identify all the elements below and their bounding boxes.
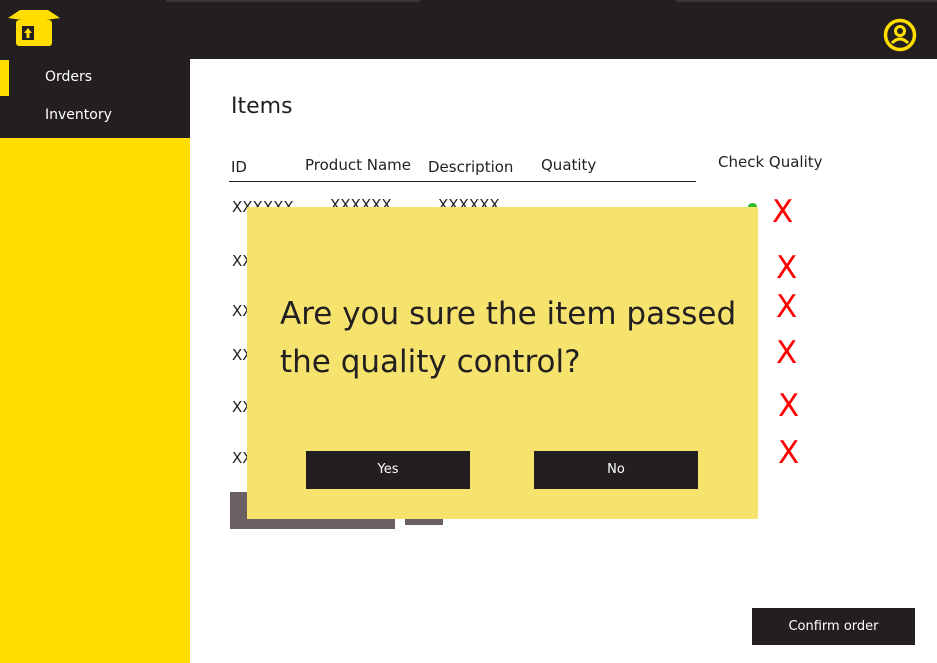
column-header-quantity: Quatity [541,156,597,174]
user-circle-icon[interactable] [883,18,917,52]
page-title: Items [231,94,293,119]
no-button[interactable]: No [534,451,698,489]
top-bar-seam [676,0,937,2]
top-bar [0,0,937,59]
x-icon[interactable]: X [778,438,804,469]
sidebar-item-label: Orders [45,69,93,85]
x-icon[interactable]: X [778,391,804,422]
sidebar-nav: Orders Inventory [0,59,190,138]
x-icon[interactable]: X [776,338,802,369]
dialog-question: Are you sure the item passed the quality… [280,296,737,380]
x-icon[interactable]: X [776,253,802,284]
confirm-order-button[interactable]: Confirm order [752,608,915,645]
sidebar-item-inventory[interactable]: Inventory [0,97,190,133]
box-upload-icon [8,10,60,46]
sidebar-item-orders[interactable]: Orders [0,59,190,96]
sidebar [0,59,190,663]
sidebar-item-label: Inventory [45,107,112,123]
top-bar-seam [166,0,420,2]
yes-button[interactable]: Yes [306,451,470,489]
column-header-id: ID [231,158,247,176]
column-header-description: Description [428,158,514,176]
column-header-product-name: Product Name [305,156,411,174]
x-icon[interactable]: X [772,197,798,228]
x-icon[interactable]: X [776,292,802,323]
table-header-divider [229,181,696,182]
column-header-check-quality: Check Quality [718,153,823,171]
